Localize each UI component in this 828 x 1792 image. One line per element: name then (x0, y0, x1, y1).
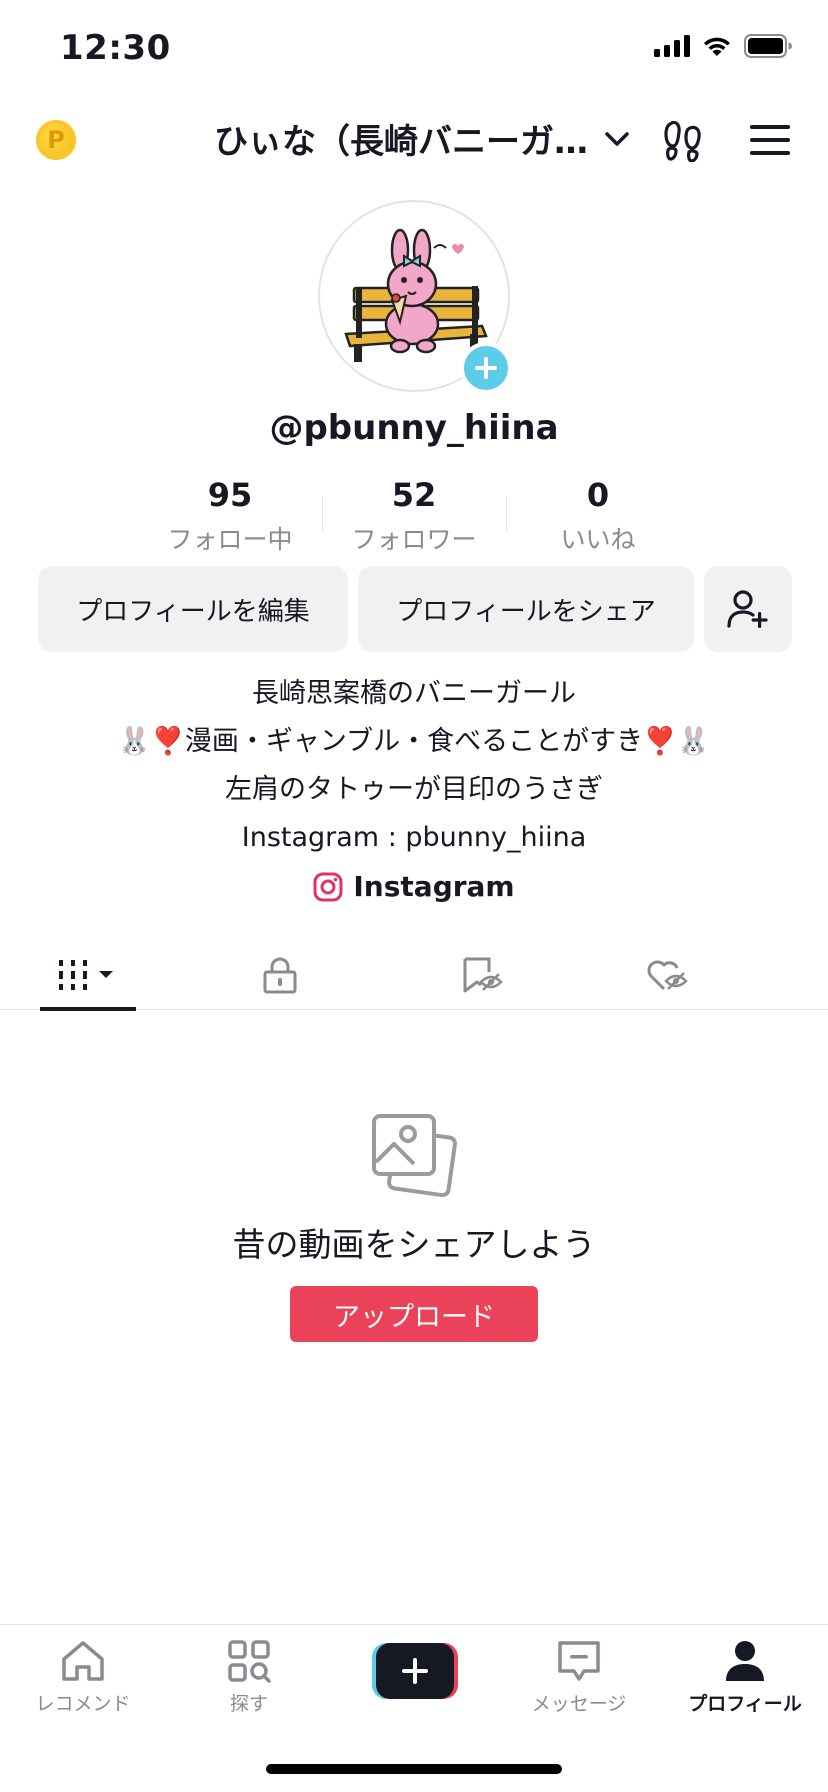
nav-home[interactable]: レコメンド (0, 1639, 166, 1716)
empty-state-title: 昔の動画をシェアしよう (232, 1225, 596, 1264)
status-time: 12:30 (60, 28, 171, 68)
stat-label: フォロワー (351, 525, 477, 554)
plus-icon (402, 1658, 428, 1684)
stat-following[interactable]: 95 フォロー中 (138, 476, 322, 556)
bunny-on-bench-avatar-image (344, 228, 488, 362)
nav-label: レコメンド (35, 1693, 131, 1715)
hidden-bookmark-icon (463, 957, 503, 993)
bio-line: 長崎思案橋のバニーガール (252, 678, 576, 709)
nav-discover[interactable]: 探す (166, 1639, 332, 1716)
home-icon (62, 1641, 104, 1681)
profile-actions: プロフィールを編集 プロフィールをシェア (38, 566, 792, 652)
add-friend-button[interactable] (704, 566, 792, 652)
stat-value: 52 (391, 476, 437, 514)
instagram-link[interactable]: Instagram (0, 870, 828, 903)
lock-icon (263, 957, 297, 994)
bio-line: 左肩のタトゥーが目印のうさぎ (225, 774, 603, 805)
bio-line: Instagram : pbunny_hiina (241, 822, 587, 853)
stat-likes[interactable]: 0 いいね (506, 476, 690, 556)
photos-icon (372, 1114, 457, 1198)
nav-label: メッセージ (531, 1693, 627, 1715)
tab-videos[interactable] (0, 940, 174, 1011)
profile-bio: 長崎思案橋のバニーガール 🐰❣️漫画・ギャンブル・食べることがすき❣️🐰 左肩の… (0, 670, 828, 862)
instagram-icon (313, 872, 343, 901)
account-switcher[interactable]: ひぃな（長崎バニーガ… (214, 114, 630, 163)
stat-value: 95 (207, 476, 253, 514)
instagram-link-label: Instagram (353, 870, 515, 903)
profile-tabs (0, 940, 828, 1011)
hidden-heart-icon (647, 960, 688, 991)
create-button[interactable] (372, 1643, 458, 1699)
hamburger-menu-icon[interactable] (750, 124, 790, 156)
tab-private[interactable] (174, 940, 386, 1010)
nav-profile[interactable]: プロフィール (662, 1639, 828, 1716)
footprints-icon[interactable] (664, 118, 704, 162)
tab-saved[interactable] (386, 940, 578, 1010)
bio-line: 🐰❣️漫画・ギャンブル・食べることがすき❣️🐰 (117, 726, 711, 757)
plus-icon (475, 357, 497, 379)
stat-followers[interactable]: 52 フォロワー (322, 476, 506, 556)
upload-button[interactable]: アップロード (290, 1286, 538, 1342)
avatar-container[interactable] (318, 200, 512, 394)
coin-icon[interactable]: P (36, 120, 76, 160)
wifi-icon (704, 37, 730, 56)
profile-header: P ひぃな（長崎バニーガ… (0, 100, 828, 180)
home-indicator[interactable] (266, 1764, 562, 1774)
cellular-signal-icon (654, 35, 690, 57)
edit-profile-button[interactable]: プロフィールを編集 (38, 566, 348, 652)
battery-icon (744, 34, 792, 58)
account-name: ひぃな（長崎バニーガ… (214, 122, 588, 162)
video-grid-icon (59, 960, 113, 990)
avatar-add-button[interactable] (460, 342, 512, 394)
stat-label: フォロー中 (167, 525, 293, 554)
profile-stats: 95 フォロー中 52 フォロワー 0 いいね (138, 476, 690, 556)
username: @pbunny_hiina (269, 408, 559, 448)
share-profile-button[interactable]: プロフィールをシェア (358, 566, 694, 652)
add-user-icon (727, 590, 768, 628)
message-icon (558, 1641, 600, 1681)
chevron-down-icon (605, 131, 629, 146)
profile-person-icon (726, 1641, 764, 1681)
nav-inbox[interactable]: メッセージ (496, 1639, 662, 1716)
status-bar: 12:30 (0, 0, 828, 100)
discover-grid-search-icon (228, 1640, 271, 1683)
nav-label: 探す (229, 1693, 268, 1715)
stat-label: いいね (560, 525, 636, 554)
tab-liked[interactable] (578, 940, 756, 1010)
nav-label: プロフィール (688, 1693, 802, 1715)
stat-value: 0 (586, 476, 610, 514)
status-icons (654, 34, 792, 58)
